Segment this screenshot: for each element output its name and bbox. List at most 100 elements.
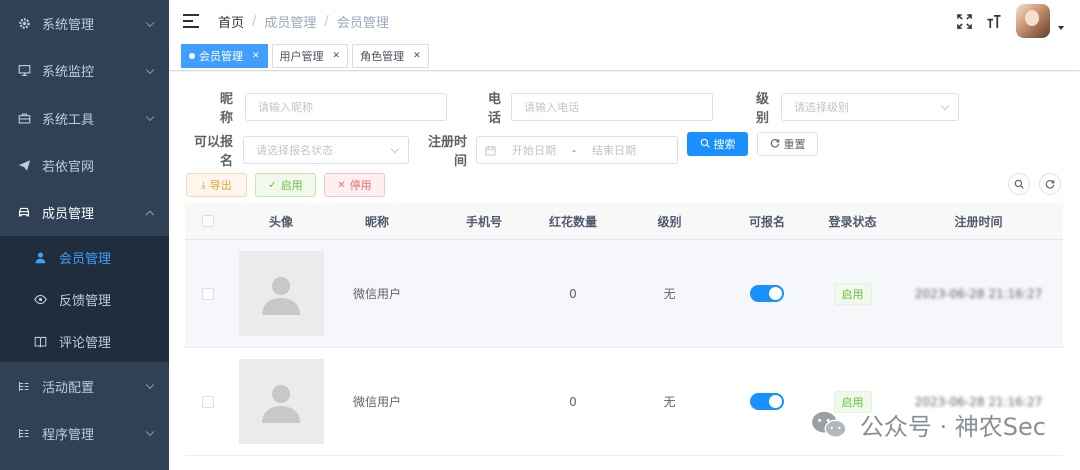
tags-view: 会员管理 ✕ 用户管理 ✕ 角色管理 ✕ bbox=[169, 42, 1080, 71]
flowers-cell: 0 bbox=[569, 394, 577, 409]
nickname-input[interactable]: 请输入昵称 bbox=[245, 93, 447, 121]
sidebar-item-label: 系统管理 bbox=[42, 18, 95, 34]
level-label: 级别 bbox=[755, 92, 769, 126]
range-separator: - bbox=[572, 143, 576, 157]
sidebar-item-website[interactable]: 若依官网 bbox=[0, 142, 169, 189]
chevron-down-icon bbox=[145, 427, 155, 437]
sidebar-subitem-comments[interactable]: 评论管理 bbox=[0, 320, 169, 362]
select-all-cell bbox=[185, 215, 231, 227]
sidebar-item-tools[interactable]: 系统工具 bbox=[0, 95, 169, 142]
sidebar-subitem-member-management[interactable]: 会员管理 bbox=[0, 236, 169, 278]
calendar-icon bbox=[485, 145, 496, 156]
sidebar-item-members[interactable]: 成员管理 bbox=[0, 189, 169, 236]
close-icon[interactable]: ✕ bbox=[252, 51, 260, 61]
reset-button[interactable]: 重置 bbox=[757, 132, 818, 156]
column-header-login-status: 登录状态 bbox=[828, 214, 877, 229]
reset-button-label: 重置 bbox=[783, 138, 806, 151]
row-checkbox-cell bbox=[185, 287, 231, 300]
flowers-cell: 0 bbox=[569, 286, 577, 301]
user-icon bbox=[33, 250, 47, 264]
level-cell: 无 bbox=[663, 287, 676, 301]
refresh-table-button[interactable] bbox=[1039, 173, 1061, 195]
list-icon bbox=[17, 426, 31, 440]
select-all-checkbox[interactable] bbox=[202, 215, 214, 227]
signup-select[interactable]: 请选择报名状态 bbox=[243, 136, 409, 164]
sidebar-item-program-management[interactable]: 程序管理 bbox=[0, 410, 169, 457]
car-icon bbox=[17, 206, 31, 220]
hamburger-icon[interactable] bbox=[183, 14, 199, 28]
toolbox-icon bbox=[17, 111, 31, 125]
check-list-icon: ✓ bbox=[268, 179, 277, 191]
column-header-phone: 手机号 bbox=[465, 214, 502, 229]
breadcrumb-members: 成员管理 bbox=[264, 15, 317, 31]
nickname-placeholder: 请输入昵称 bbox=[258, 101, 313, 114]
sidebar-item-monitor[interactable]: 系统监控 bbox=[0, 47, 169, 94]
column-header-flowers: 红花数量 bbox=[548, 214, 597, 229]
gear-icon bbox=[17, 17, 31, 31]
form-item-phone: 电话 请输入电话 bbox=[477, 88, 713, 126]
close-icon[interactable]: ✕ bbox=[333, 51, 341, 61]
book-icon bbox=[33, 334, 47, 348]
column-header-level: 级别 bbox=[657, 214, 682, 229]
enable-button[interactable]: ✓ 启用 bbox=[255, 173, 316, 197]
nickname-cell: 微信用户 bbox=[352, 287, 401, 301]
sidebar-subitem-feedback[interactable]: 反馈管理 bbox=[0, 278, 169, 320]
avatar[interactable] bbox=[1016, 4, 1050, 38]
font-size-icon[interactable] bbox=[986, 13, 1002, 29]
sidebar-item-activity-config[interactable]: 活动配置 bbox=[0, 362, 169, 409]
avatar-cell bbox=[231, 359, 331, 444]
phone-input[interactable]: 请输入电话 bbox=[511, 93, 713, 121]
signup-label: 可以报名 bbox=[193, 135, 233, 169]
signup-cell bbox=[738, 393, 796, 410]
signup-switch[interactable] bbox=[750, 285, 784, 302]
table-header: 头像 昵称 手机号 红花数量 级别 可报名 登录状态 注册时间 bbox=[185, 203, 1063, 240]
breadcrumb-home[interactable]: 首页 bbox=[218, 12, 244, 31]
sidebar-item-label: 系统监控 bbox=[42, 65, 95, 81]
paper-plane-icon bbox=[17, 159, 31, 173]
chevron-down-icon bbox=[145, 380, 155, 390]
signup-switch[interactable] bbox=[750, 393, 784, 410]
navbar: 首页 / 成员管理 / 会员管理 bbox=[169, 0, 1080, 42]
default-avatar-image bbox=[238, 251, 324, 336]
form-item-level: 级别 请选择级别 bbox=[745, 88, 959, 126]
sidebar-item-label: 成员管理 bbox=[42, 207, 95, 223]
start-date-placeholder[interactable]: 开始日期 bbox=[512, 142, 556, 158]
date-range-picker[interactable]: 开始日期 - 结束日期 bbox=[476, 136, 678, 164]
tag-user-management[interactable]: 用户管理 ✕ bbox=[271, 44, 349, 68]
signup-cell bbox=[738, 285, 796, 302]
column-header-signup: 可报名 bbox=[748, 214, 785, 229]
monitor-icon bbox=[17, 64, 31, 78]
tag-label: 角色管理 bbox=[360, 50, 405, 63]
close-icon[interactable]: ✕ bbox=[413, 51, 421, 61]
fullscreen-icon[interactable] bbox=[956, 13, 972, 29]
sidebar-item-label: 程序管理 bbox=[42, 427, 95, 443]
table-row[interactable]: 微信用户 0 无 启用 2023-06-28 21:16:27 bbox=[185, 240, 1063, 348]
tag-role-management[interactable]: 角色管理 ✕ bbox=[352, 44, 429, 68]
form-item-regtime: 注册时间 开始日期 - 结束日期 bbox=[419, 131, 678, 169]
enable-button-label: 启用 bbox=[280, 179, 303, 192]
export-button[interactable]: ⤓ 导出 bbox=[186, 173, 247, 197]
sidebar: 系统管理 系统监控 系统工具 若依官网 成员管理 会员管理 反馈管理 评论管理 … bbox=[0, 0, 169, 470]
sidebar-item-label: 评论管理 bbox=[59, 335, 112, 351]
toggle-search-button[interactable] bbox=[1008, 173, 1030, 195]
sidebar-item-label: 若依官网 bbox=[42, 160, 95, 176]
row-checkbox-cell bbox=[185, 395, 231, 408]
level-select[interactable]: 请选择级别 bbox=[781, 93, 959, 121]
regtime-value: 2023-06-28 21:16:27 bbox=[914, 286, 1043, 301]
disable-button[interactable]: ✕ 停用 bbox=[324, 173, 385, 197]
sidebar-item-label: 会员管理 bbox=[59, 251, 112, 267]
caret-down-icon[interactable] bbox=[1058, 26, 1064, 30]
row-checkbox[interactable] bbox=[202, 395, 214, 408]
end-date-placeholder[interactable]: 结束日期 bbox=[592, 142, 636, 158]
sidebar-item-label: 活动配置 bbox=[42, 380, 95, 396]
breadcrumb-separator: / bbox=[252, 13, 257, 29]
tag-member-management[interactable]: 会员管理 ✕ bbox=[181, 44, 268, 68]
column-header-avatar: 头像 bbox=[268, 214, 293, 229]
refresh-icon bbox=[1045, 179, 1055, 189]
sidebar-item-system[interactable]: 系统管理 bbox=[0, 0, 169, 47]
row-checkbox[interactable] bbox=[202, 287, 214, 300]
sidebar-item-label: 系统工具 bbox=[42, 112, 95, 128]
search-button[interactable]: 搜索 bbox=[687, 132, 748, 156]
regtime-cell: 2023-06-28 21:16:27 bbox=[909, 287, 1048, 301]
nickname-label: 昵称 bbox=[219, 92, 233, 126]
